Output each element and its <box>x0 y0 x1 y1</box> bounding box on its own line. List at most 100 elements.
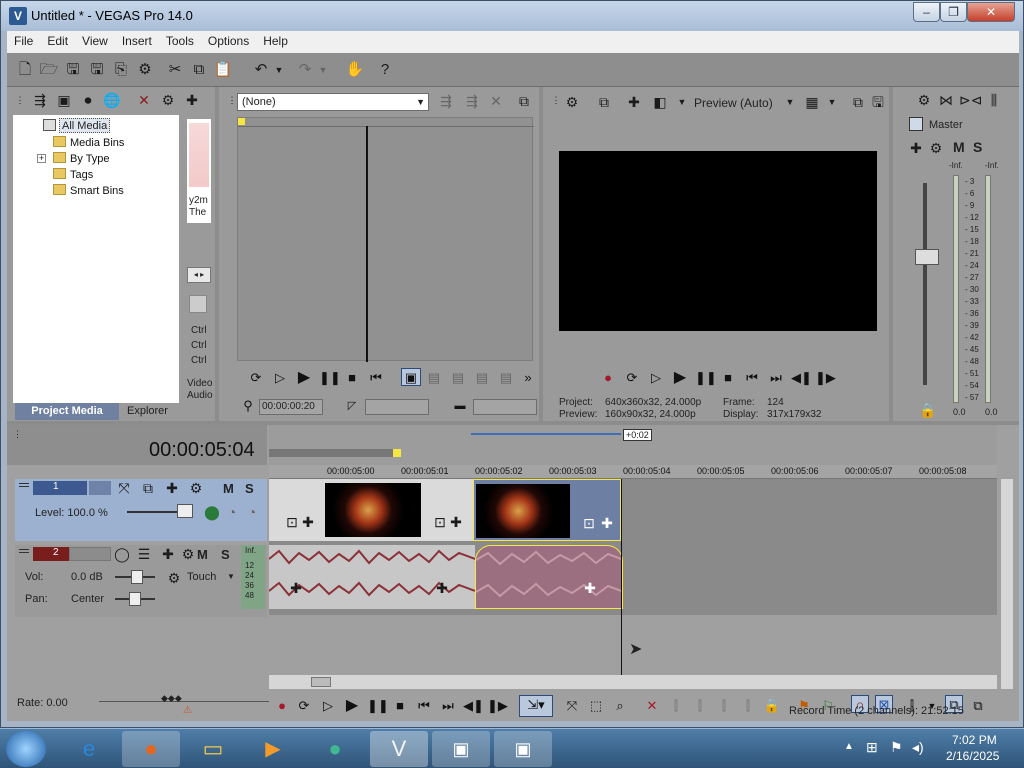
trim-start-icon[interactable]: ⫿ <box>691 697 709 715</box>
in-point-icon[interactable]: ◸ <box>343 397 361 415</box>
compositing-icon[interactable]: ✚ <box>163 479 181 497</box>
trimmer-timecode[interactable]: 00:00:00:20 <box>259 399 323 415</box>
redo-dropdown-icon[interactable]: ▼ <box>317 60 329 80</box>
help-icon[interactable]: ? <box>375 60 395 80</box>
audio-event-2-selected[interactable] <box>475 545 623 609</box>
overlay-dropdown-icon[interactable]: ▼ <box>823 93 841 111</box>
trim-end-icon[interactable]: ⫿ <box>715 697 733 715</box>
import-media-icon[interactable]: ⇶ <box>31 91 49 109</box>
dim-icon[interactable]: ⊳⊲ <box>959 91 982 109</box>
capture-icon[interactable]: ▣ <box>55 91 73 109</box>
pan-slider-thumb[interactable] <box>129 592 141 606</box>
timeline-horizontal-scrollbar[interactable] <box>269 675 997 689</box>
view5-icon[interactable]: ▤ <box>497 369 515 387</box>
start-button-icon[interactable] <box>6 731 46 767</box>
tray-volume-icon[interactable]: ◂) <box>912 739 924 756</box>
ie-icon[interactable]: e <box>60 731 118 767</box>
go-to-start-icon[interactable]: ⏮ <box>415 697 433 715</box>
split-icon[interactable]: ✚ <box>183 91 201 109</box>
master-gear-icon[interactable]: ⚙ <box>915 91 933 109</box>
trim-close-icon[interactable]: ✕ <box>487 92 505 110</box>
external-monitor-icon[interactable]: ⧉ <box>595 93 613 111</box>
split-event-icon[interactable]: ⫿ <box>739 697 757 715</box>
child-icon[interactable]: ◔ <box>243 503 261 521</box>
undo-dropdown-icon[interactable]: ▼ <box>273 60 285 80</box>
go-to-start-icon[interactable]: ⏮ <box>367 369 385 387</box>
video-event-2-selected[interactable]: ⊡ ✚ <box>473 479 621 541</box>
go-to-end-icon[interactable]: ⏭ <box>767 369 785 387</box>
go-to-start-icon[interactable]: ⏮ <box>743 369 761 387</box>
expand-by-type-toggle[interactable]: + <box>37 154 46 163</box>
minimize-button[interactable]: – <box>913 2 940 22</box>
record-icon[interactable]: ● <box>273 697 291 715</box>
audio-track-gear-icon[interactable]: ⚙ <box>179 545 197 563</box>
audio-track-name-field[interactable] <box>69 547 111 561</box>
cut-icon[interactable]: ✂ <box>165 60 185 80</box>
play-from-start-icon[interactable]: ▷ <box>647 369 665 387</box>
play-icon[interactable]: ▶ <box>343 697 361 715</box>
globe-icon[interactable]: 🌐 <box>103 91 121 109</box>
video-solo-button[interactable]: S <box>245 481 254 496</box>
zoom-tool-icon[interactable]: ⌕ <box>611 697 629 715</box>
scrollbar-thumb[interactable] <box>311 677 331 687</box>
thumb-scroll-arrows[interactable]: ◂ ▸ <box>187 267 211 283</box>
track-fx-icon[interactable]: ⧉ <box>139 479 157 497</box>
pause-icon[interactable]: ❚❚ <box>367 697 389 715</box>
view-mode-icon[interactable]: ▣ <box>401 368 421 386</box>
track-motion-icon[interactable]: ⤧ <box>115 479 133 497</box>
save-snapshot-icon[interactable]: 🖫 <box>869 93 887 111</box>
tray-network-icon[interactable]: ⊞ <box>866 739 878 756</box>
trim-tool2-icon[interactable]: ⇶ <box>463 92 481 110</box>
trimmer-view[interactable] <box>237 117 534 362</box>
go-to-end-icon[interactable]: ⏭ <box>439 697 457 715</box>
tree-item-tags[interactable]: Tags <box>53 168 93 184</box>
split-view-icon[interactable]: ◧ <box>651 93 669 111</box>
save-as-icon[interactable]: 🖫 <box>87 60 107 80</box>
trim-icon[interactable]: ⫿ <box>667 697 685 715</box>
time-ruler[interactable]: 00:00:05:00 00:00:05:01 00:00:05:02 00:00:0… <box>269 465 997 479</box>
selection-tool-icon[interactable]: ⬚ <box>587 697 605 715</box>
menu-view[interactable]: View <box>75 31 115 53</box>
preview-quality-chevron-icon[interactable]: ▼ <box>781 93 799 111</box>
clock-time[interactable]: 7:02 PM <box>952 733 997 747</box>
redo-icon[interactable]: ↷ <box>295 60 315 80</box>
event-fx-icon[interactable]: ✚ <box>598 514 616 532</box>
stop-icon[interactable]: ■ <box>719 369 737 387</box>
undo-icon[interactable]: ↶ <box>251 60 271 80</box>
audio-track-lane[interactable]: ✚ ✚ ✚ <box>269 545 997 615</box>
master-fader-thumb[interactable] <box>915 249 939 265</box>
vol-slider-thumb[interactable] <box>131 570 143 584</box>
capture-video-icon[interactable]: ⏺ <box>79 91 97 109</box>
paste-icon[interactable]: 📋 <box>213 60 233 80</box>
compositing-mode-icon[interactable]: ⬤ <box>203 503 221 521</box>
delete-icon[interactable]: ✕ <box>135 91 153 109</box>
audio-track-header[interactable]: 2 ◯ ☰ ✚ ⚙ M S Vol: 0.0 dB ⚙ Touch ▼ Pan:… <box>15 545 267 617</box>
mixer-icon[interactable]: ⫼ <box>985 91 1003 109</box>
menu-edit[interactable]: Edit <box>40 31 75 53</box>
maximize-button[interactable]: ❐ <box>940 2 967 22</box>
preview-quality-dropdown[interactable]: Preview (Auto) <box>694 96 773 110</box>
master-mute-button[interactable]: M <box>953 139 965 155</box>
arm-record-icon[interactable]: ◯ <box>113 545 131 563</box>
stop-icon[interactable]: ■ <box>391 697 409 715</box>
tab-project-media[interactable]: Project Media <box>15 403 119 420</box>
video-event-1[interactable]: ⊡ ✚ ⊡ ✚ <box>269 479 475 541</box>
loop-icon[interactable]: ⟳ <box>247 369 265 387</box>
more-icon[interactable]: » <box>519 369 537 387</box>
trimmer-dropdown[interactable]: (None) ▼ <box>237 93 429 111</box>
play-from-start-icon[interactable]: ▷ <box>271 369 289 387</box>
prev-frame-icon[interactable]: ◀❚ <box>463 697 484 715</box>
trim-tool-icon[interactable]: ⇶ <box>437 92 455 110</box>
video-level-slider-thumb[interactable] <box>177 504 193 518</box>
timeline-vertical-scrollbar[interactable] <box>1001 479 1013 689</box>
event-fx-icon[interactable]: ✚ <box>447 513 465 531</box>
parent-icon[interactable]: ◔ <box>223 503 241 521</box>
tree-item-by-type[interactable]: By Type <box>53 152 110 168</box>
menu-options[interactable]: Options <box>201 31 256 53</box>
explorer-icon[interactable]: ▭ <box>184 731 242 767</box>
video-track-gear-icon[interactable]: ⚙ <box>187 479 205 497</box>
play-from-start-icon[interactable]: ▷ <box>319 697 337 715</box>
prev-frame-icon[interactable]: ◀❚ <box>791 369 812 387</box>
master-fx-icon[interactable]: ⚙ <box>927 139 945 157</box>
network-app-icon[interactable]: ▣ <box>432 731 490 767</box>
